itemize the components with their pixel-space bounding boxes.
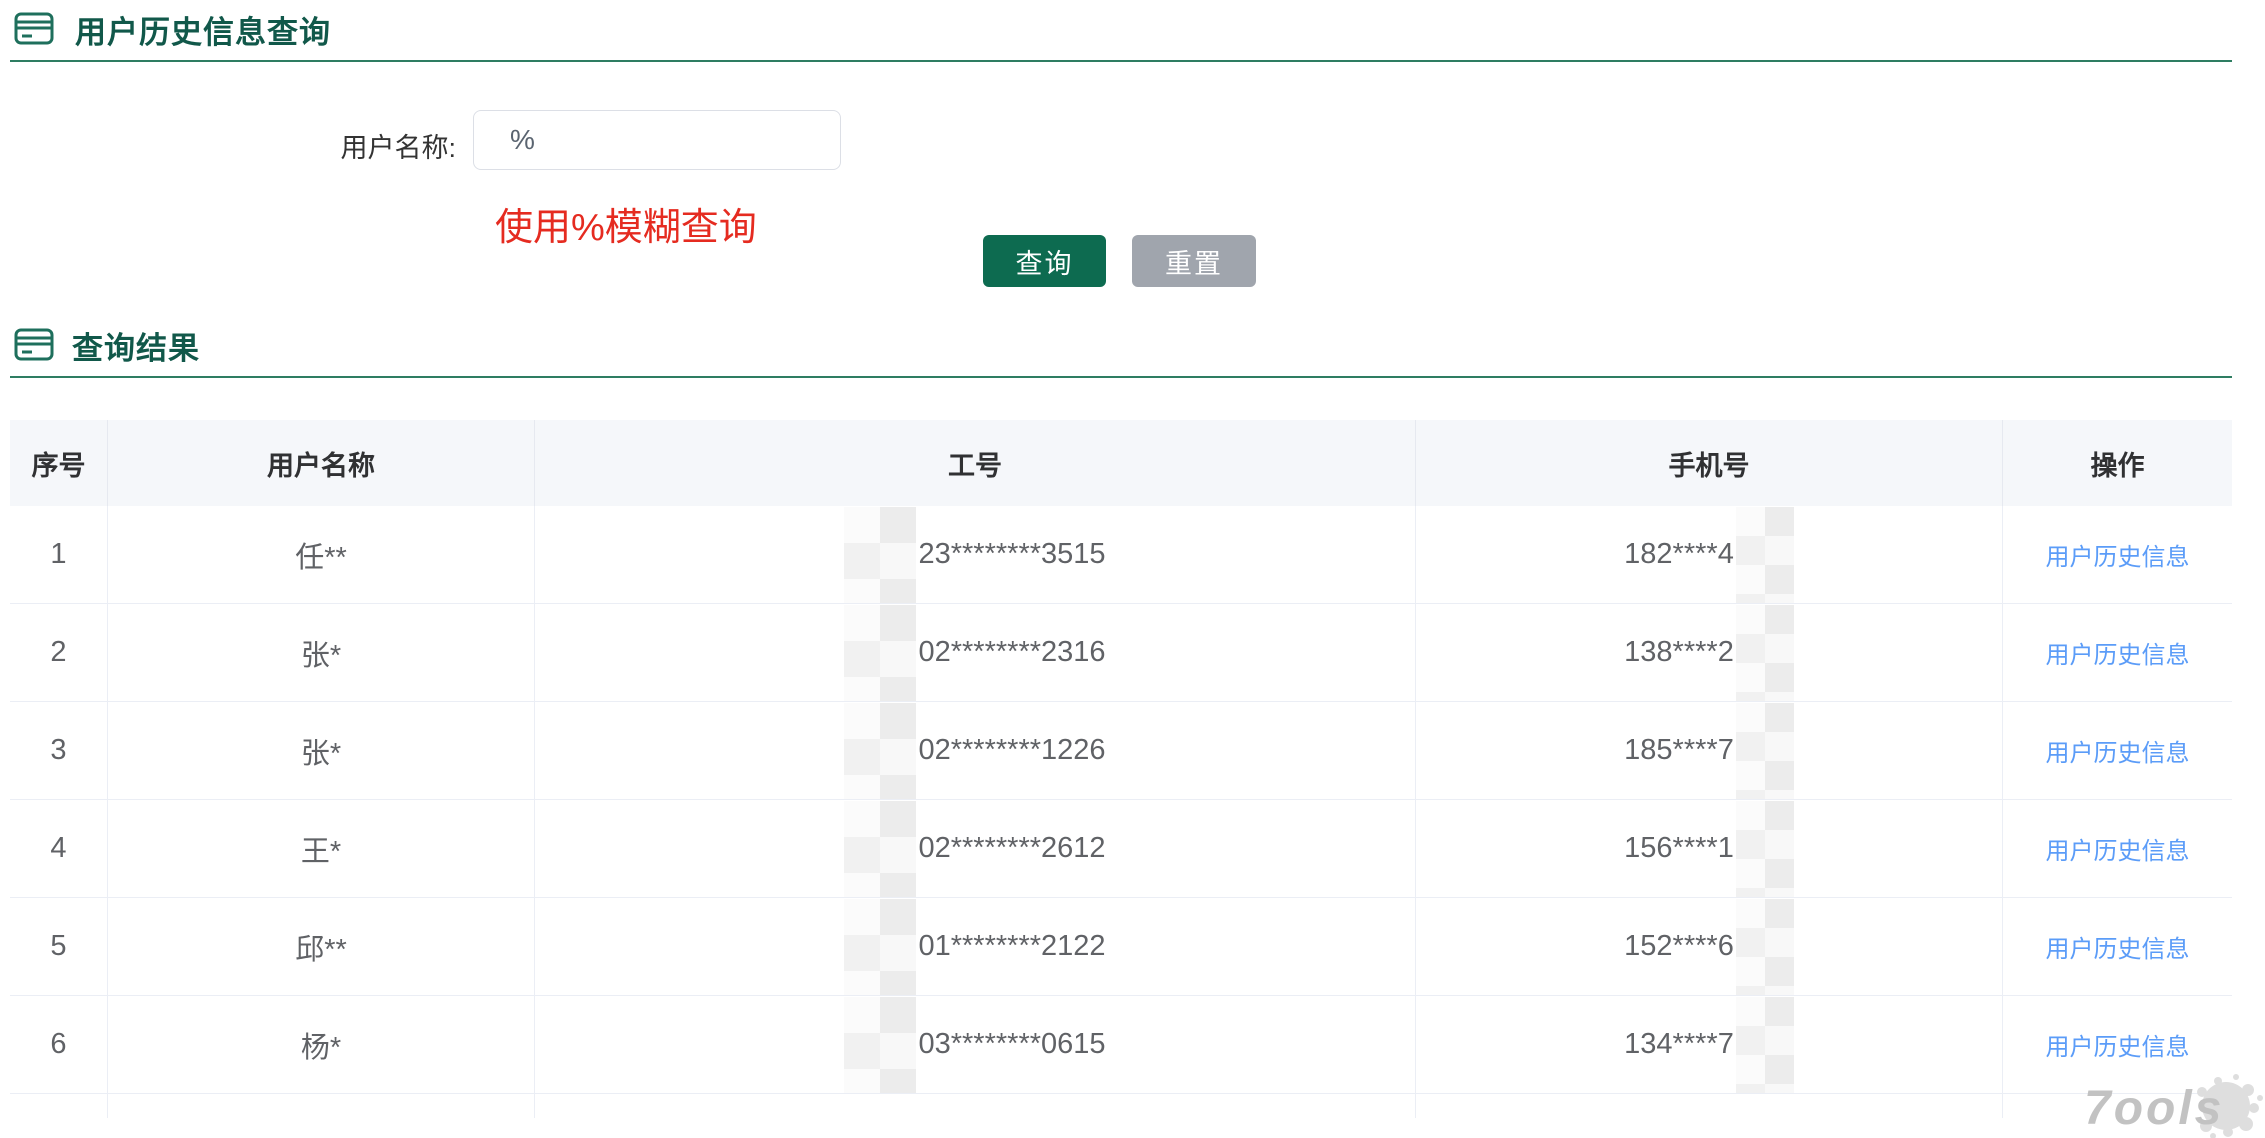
results-table: 序号用户名称工号手机号操作 1任** 23********3515 182****4… [10, 420, 2232, 1118]
column-header: 工号 [535, 420, 1416, 506]
redaction-mosaic [844, 605, 916, 701]
phone-cell: 182****4 [1416, 506, 2003, 603]
table-row: 5邱** 01********2122 152****6 用户历史信息 [10, 898, 2232, 996]
username-label: 用户名称: [200, 126, 456, 165]
phone-cell: 134****7 [1416, 996, 2003, 1093]
user-history-link[interactable]: 用户历史信息 [2046, 635, 2190, 670]
table-header-row: 序号用户名称工号手机号操作 [10, 420, 2232, 506]
employee-id-cell: 01********2122 [535, 898, 1416, 995]
action-cell: 用户历史信息 [2003, 506, 2232, 603]
redaction-mosaic [844, 899, 916, 995]
redaction-mosaic [844, 507, 916, 603]
row-index-cell: 5 [10, 898, 108, 995]
action-cell: 用户历史信息 [2003, 604, 2232, 701]
column-header: 用户名称 [108, 420, 535, 506]
query-button[interactable]: 查询 [983, 235, 1106, 287]
table-row: 1任** 23********3515 182****4 用户历史信息 [10, 506, 2232, 604]
card-icon [14, 327, 54, 363]
action-cell: 用户历史信息 [2003, 702, 2232, 799]
column-header: 操作 [2003, 420, 2232, 506]
row-index-cell: 1 [10, 506, 108, 603]
section-divider [10, 60, 2232, 62]
user-history-link[interactable]: 用户历史信息 [2046, 831, 2190, 866]
phone-text: 182****4 [1624, 538, 1734, 571]
phone-cell: 156****1 [1416, 800, 2003, 897]
phone-cell: 185****7 [1416, 702, 2003, 799]
fuzzy-query-hint: 使用%模糊查询 [495, 196, 757, 251]
user-history-link[interactable]: 用户历史信息 [2046, 733, 2190, 768]
username-cell: 张* [108, 604, 535, 701]
employee-id-text: 02********1226 [918, 734, 1105, 767]
phone-cell: 138****2 [1416, 604, 2003, 701]
card-icon [14, 11, 54, 47]
redaction-mosaic [1736, 899, 1794, 995]
employee-id-cell: 02********1226 [535, 702, 1416, 799]
employee-id-cell: 02********2316 [535, 604, 1416, 701]
employee-id-text: 02********2316 [918, 636, 1105, 669]
redaction-mosaic [1736, 997, 1794, 1093]
row-index-cell: 2 [10, 604, 108, 701]
redaction-mosaic [1736, 703, 1794, 799]
username-cell: 杨* [108, 996, 535, 1093]
reset-button[interactable]: 重置 [1132, 235, 1256, 287]
phone-text: 134****7 [1624, 1028, 1734, 1061]
column-header: 序号 [10, 420, 108, 506]
table-row: 6杨* 03********0615 134****7 用户历史信息 [10, 996, 2232, 1094]
user-history-link[interactable]: 用户历史信息 [2046, 537, 2190, 572]
phone-text: 152****6 [1624, 930, 1734, 963]
redaction-mosaic [1736, 507, 1794, 603]
redaction-mosaic [1736, 801, 1794, 897]
phone-text: 138****2 [1624, 636, 1734, 669]
table-row-partial [10, 1094, 2232, 1118]
user-history-link[interactable]: 用户历史信息 [2046, 929, 2190, 964]
table-row: 2张* 02********2316 138****2 用户历史信息 [10, 604, 2232, 702]
username-cell: 邱** [108, 898, 535, 995]
table-row: 4王* 02********2612 156****1 用户历史信息 [10, 800, 2232, 898]
row-index-cell: 4 [10, 800, 108, 897]
phone-cell: 152****6 [1416, 898, 2003, 995]
employee-id-text: 23********3515 [918, 538, 1105, 571]
redaction-mosaic [844, 703, 916, 799]
page-title: 用户历史信息查询 [75, 7, 331, 52]
redaction-mosaic [844, 801, 916, 897]
phone-text: 156****1 [1624, 832, 1734, 865]
table-row: 3张* 02********1226 185****7 用户历史信息 [10, 702, 2232, 800]
results-title: 查询结果 [72, 323, 200, 368]
action-cell: 用户历史信息 [2003, 800, 2232, 897]
column-header: 手机号 [1416, 420, 2003, 506]
username-cell: 王* [108, 800, 535, 897]
username-cell: 张* [108, 702, 535, 799]
row-index-cell: 3 [10, 702, 108, 799]
employee-id-cell: 23********3515 [535, 506, 1416, 603]
action-cell: 用户历史信息 [2003, 898, 2232, 995]
redaction-mosaic [1736, 605, 1794, 701]
page: { "section1": { "title": "用户历史信息查询" }, "… [0, 0, 2265, 1138]
employee-id-text: 01********2122 [918, 930, 1105, 963]
employee-id-text: 02********2612 [918, 832, 1105, 865]
redaction-mosaic [844, 997, 916, 1093]
employee-id-cell: 02********2612 [535, 800, 1416, 897]
employee-id-cell: 03********0615 [535, 996, 1416, 1093]
username-cell: 任** [108, 506, 535, 603]
row-index-cell: 6 [10, 996, 108, 1093]
section-divider [10, 376, 2232, 378]
action-cell: 用户历史信息 [2003, 996, 2232, 1093]
username-input[interactable] [473, 110, 841, 170]
phone-text: 185****7 [1624, 734, 1734, 767]
employee-id-text: 03********0615 [918, 1028, 1105, 1061]
user-history-link[interactable]: 用户历史信息 [2046, 1027, 2190, 1062]
